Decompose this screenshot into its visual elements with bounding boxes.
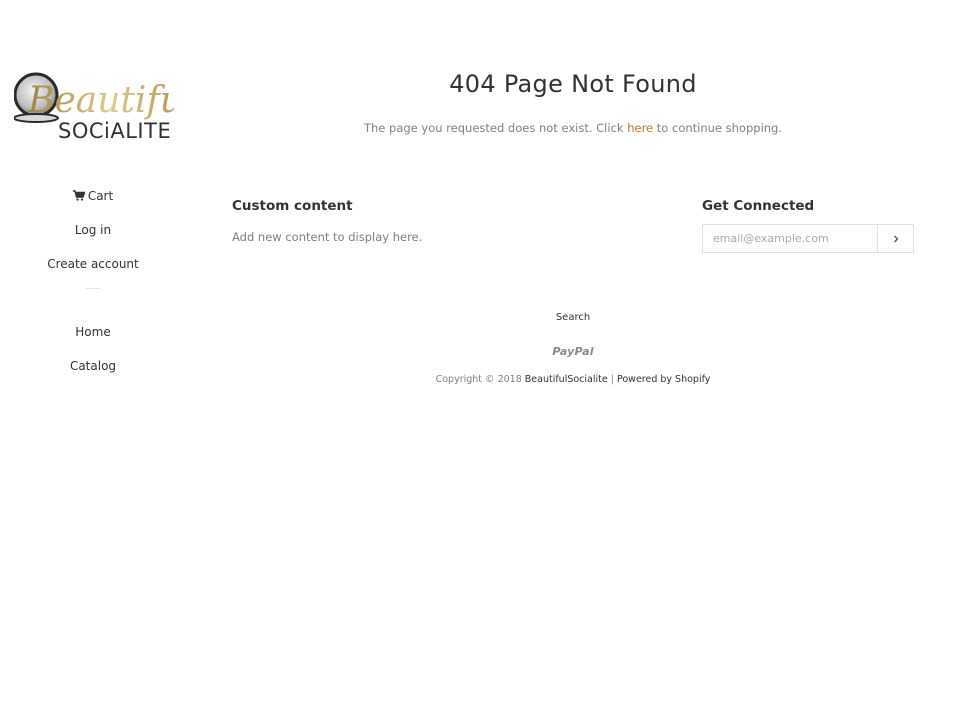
copyright: Copyright © 2018 BeautifulSocialite | Po… <box>232 374 914 385</box>
cart-icon <box>72 190 85 201</box>
page-title: 404 Page Not Found <box>449 70 697 98</box>
copyright-separator: | <box>607 374 617 385</box>
email-field[interactable] <box>703 225 877 252</box>
sidebar-item-cart-label: Cart <box>87 189 114 203</box>
chevron-right-icon <box>893 235 898 242</box>
copyright-prefix: Copyright © 2018 <box>435 374 525 385</box>
sidebar-item-home[interactable]: Home <box>14 322 172 356</box>
sidebar-item-create-account[interactable]: Create account <box>14 254 172 288</box>
store-logo[interactable]: Beautiful SOCiALITE <box>14 70 174 142</box>
custom-content-heading: Custom content <box>232 198 353 214</box>
logo-graphic: Beautiful SOCiALITE <box>14 72 174 142</box>
paypal-icon: PayPal <box>552 345 594 358</box>
newsletter-submit-button[interactable] <box>877 225 913 252</box>
newsletter-form <box>702 224 914 253</box>
sidebar-divider <box>86 288 100 289</box>
logo-script-text: Beautiful <box>27 80 174 121</box>
not-found-message: The page you requested does not exist. C… <box>232 121 914 135</box>
store-name-link[interactable]: BeautifulSocialite <box>525 374 608 385</box>
powered-by-shopify-link[interactable]: Powered by Shopify <box>617 374 710 385</box>
sidebar-item-cart[interactable]: Cart <box>14 186 172 220</box>
sidebar-nav: Cart Log in Create account Home Catalog <box>14 186 172 390</box>
sidebar-item-login[interactable]: Log in <box>14 220 172 254</box>
footer-search-link[interactable]: Search <box>232 312 914 323</box>
logo-wordmark-text: SOCiALITE <box>58 119 171 142</box>
continue-shopping-link[interactable]: here <box>627 121 653 135</box>
get-connected-heading: Get Connected <box>702 198 815 214</box>
custom-content-text: Add new content to display here. <box>232 230 423 244</box>
sidebar-item-catalog[interactable]: Catalog <box>14 356 172 390</box>
message-text-before: The page you requested does not exist. C… <box>363 121 628 135</box>
message-text-after: to continue shopping. <box>653 121 783 135</box>
